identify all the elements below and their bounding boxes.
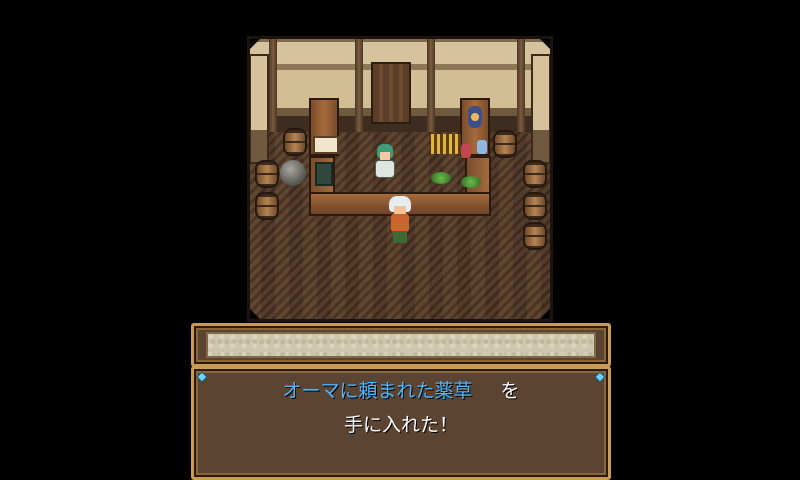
speaker-name-plate — [206, 332, 596, 358]
wall-post — [517, 36, 525, 132]
left-wall — [249, 54, 269, 164]
potion-bottle-icon — [461, 144, 471, 158]
lantern-icon — [468, 106, 482, 128]
barrel — [523, 222, 547, 250]
back-door — [371, 62, 411, 124]
herb-icon — [431, 172, 451, 184]
wall-post — [269, 36, 277, 132]
message-text: オーマに頼まれた薬草 を 手に入れた！ — [194, 369, 608, 442]
game-screen[interactable]: オーマに頼まれた薬草 を 手に入れた！ — [0, 0, 800, 480]
message-line-1: オーマに頼まれた薬草 を — [194, 374, 608, 408]
wall-post — [427, 36, 435, 132]
barrel — [255, 192, 279, 220]
golden-goods — [431, 134, 461, 154]
hero-body — [391, 214, 409, 232]
hero-sprite — [387, 196, 413, 244]
shopkeeper-body — [375, 160, 395, 178]
message-line-2: 手に入れた！ — [343, 414, 458, 436]
barrel — [283, 128, 307, 156]
barrel — [493, 130, 517, 158]
potion-bottle-icon — [477, 140, 487, 154]
hero-legs — [393, 231, 407, 243]
ledger-book — [315, 162, 333, 186]
hero-face — [394, 206, 406, 214]
open-book — [313, 136, 339, 154]
shopkeeper-sprite[interactable] — [373, 144, 397, 180]
barrel — [523, 160, 547, 188]
barrel — [523, 192, 547, 220]
item-name: オーマに頼まれた薬草 — [282, 380, 473, 402]
back-wall — [247, 36, 553, 132]
herb-icon — [461, 176, 481, 188]
particle-text: を — [500, 380, 520, 402]
shopkeeper-face — [380, 152, 390, 160]
message-window[interactable]: オーマに頼まれた薬草 を 手に入れた！ — [191, 366, 611, 480]
right-wall — [531, 54, 551, 164]
speaker-name-box — [191, 323, 611, 367]
clay-pot — [280, 160, 306, 186]
shop-interior — [247, 36, 553, 322]
wall-post — [355, 36, 363, 132]
barrel — [255, 160, 279, 188]
